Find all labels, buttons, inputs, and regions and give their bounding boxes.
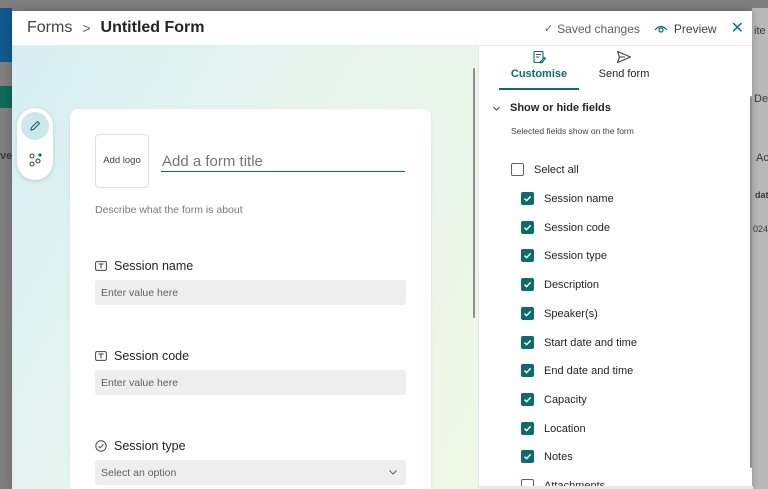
form-canvas: Add logo Describe what the form is about… bbox=[12, 46, 478, 489]
tab-send-form-label: Send form bbox=[598, 68, 650, 80]
background-app-right-column bbox=[752, 8, 768, 489]
branching-icon bbox=[29, 153, 42, 167]
field-option-label: Description bbox=[544, 278, 600, 291]
check-icon: ✓ bbox=[543, 23, 554, 35]
checkbox-checked-icon bbox=[521, 422, 534, 435]
chevron-down-icon bbox=[389, 470, 397, 475]
field-option-checkbox[interactable]: End date and time bbox=[521, 364, 633, 377]
field-option-label: Capacity bbox=[544, 393, 587, 406]
background-app-button bbox=[0, 86, 12, 108]
active-tab-indicator bbox=[499, 88, 579, 90]
field-option-label: Session type bbox=[544, 249, 607, 262]
field-option-checkbox[interactable]: Notes bbox=[521, 450, 573, 463]
tab-customise-label: Customise bbox=[510, 68, 568, 80]
field-option-checkbox[interactable]: Session name bbox=[521, 192, 614, 205]
background-text: ite bbox=[754, 25, 766, 37]
section-title: Show or hide fields bbox=[510, 102, 611, 114]
checkbox-unchecked-icon bbox=[511, 163, 524, 176]
background-text: dat bbox=[755, 190, 768, 200]
text-field-icon bbox=[95, 351, 107, 361]
select-all-checkbox[interactable]: Select all bbox=[511, 163, 579, 176]
header-actions: ✓ Saved changes Preview ✕ bbox=[544, 11, 744, 46]
field-label-text: Session name bbox=[114, 259, 194, 273]
checkbox-checked-icon bbox=[521, 192, 534, 205]
edit-tool-button[interactable] bbox=[21, 112, 49, 140]
field-label-session-type: Session type bbox=[95, 439, 186, 453]
add-logo-button[interactable]: Add logo bbox=[95, 134, 149, 188]
breadcrumb-separator-icon: > bbox=[82, 20, 91, 36]
saved-status: ✓ Saved changes bbox=[544, 22, 640, 36]
branching-tool-button[interactable] bbox=[21, 146, 49, 174]
show-hide-fields-toggle[interactable]: Show or hide fields bbox=[492, 102, 611, 114]
preview-label: Preview bbox=[673, 21, 717, 36]
saved-status-label: Saved changes bbox=[557, 21, 640, 36]
tab-customise[interactable]: Customise bbox=[504, 50, 574, 80]
panel-scrollbar[interactable] bbox=[750, 96, 752, 468]
field-option-checkbox[interactable]: Session type bbox=[521, 249, 607, 262]
field-label-session-code: Session code bbox=[95, 349, 189, 363]
checkbox-checked-icon bbox=[521, 450, 534, 463]
checkbox-checked-icon bbox=[521, 278, 534, 291]
preview-button[interactable]: Preview bbox=[654, 22, 717, 36]
field-option-label: End date and time bbox=[544, 364, 634, 377]
customise-icon bbox=[533, 50, 546, 64]
pencil-icon bbox=[30, 120, 41, 131]
section-subtitle: Selected fields show on the form bbox=[511, 126, 634, 136]
panel-tabs: Customise Send form bbox=[479, 46, 753, 90]
select-all-label: Select all bbox=[534, 163, 579, 176]
session-type-placeholder: Select an option bbox=[101, 466, 177, 479]
form-card: Add logo Describe what the form is about… bbox=[70, 109, 431, 489]
checkbox-checked-icon bbox=[521, 364, 534, 377]
customise-panel: Customise Send form Show or hide fields … bbox=[478, 46, 753, 489]
page-title: Untitled Form bbox=[100, 19, 205, 36]
field-option-label: Session name bbox=[544, 192, 614, 205]
field-label-text: Session code bbox=[114, 349, 190, 363]
dialog-header: Forms > Untitled Form ✓ Saved changes Pr… bbox=[12, 11, 752, 46]
background-text: Dev bbox=[754, 93, 768, 105]
checkbox-checked-icon bbox=[521, 307, 534, 320]
field-option-label: Start date and time bbox=[544, 336, 637, 349]
field-option-checkbox[interactable]: Capacity bbox=[521, 393, 587, 406]
canvas-scrollbar[interactable] bbox=[473, 68, 475, 318]
field-option-label: Notes bbox=[544, 450, 573, 463]
choice-icon bbox=[95, 440, 107, 452]
close-icon[interactable]: ✕ bbox=[731, 20, 744, 37]
checkbox-checked-icon bbox=[521, 336, 534, 349]
checkbox-checked-icon bbox=[521, 221, 534, 234]
form-title-input[interactable] bbox=[161, 152, 405, 172]
field-option-label: Session code bbox=[544, 221, 611, 234]
background-text: Ac bbox=[756, 152, 768, 164]
tool-rail bbox=[17, 108, 53, 180]
field-label-session-name: Session name bbox=[95, 259, 193, 273]
tab-send-form[interactable]: Send form bbox=[589, 50, 659, 80]
background-text: 024 bbox=[753, 224, 768, 234]
field-option-label: Speaker(s) bbox=[544, 307, 598, 320]
form-description[interactable]: Describe what the form is about bbox=[95, 204, 243, 216]
field-label-text: Session type bbox=[114, 439, 186, 453]
send-icon bbox=[616, 50, 632, 64]
chevron-down-icon bbox=[493, 106, 500, 111]
background-text: ve bbox=[0, 150, 13, 162]
eye-icon bbox=[654, 25, 668, 33]
text-field-icon bbox=[95, 261, 107, 271]
form-editor-dialog: Forms > Untitled Form ✓ Saved changes Pr… bbox=[12, 11, 753, 489]
field-option-checkbox[interactable]: Start date and time bbox=[521, 336, 637, 349]
field-option-checkbox[interactable]: Speaker(s) bbox=[521, 307, 598, 320]
session-type-select[interactable]: Select an option bbox=[95, 460, 406, 485]
field-option-checkbox[interactable]: Session code bbox=[521, 221, 610, 234]
checkbox-checked-icon bbox=[521, 393, 534, 406]
field-option-checkbox[interactable]: Description bbox=[521, 278, 599, 291]
field-option-checkbox[interactable]: Location bbox=[521, 422, 586, 435]
background-app-header bbox=[0, 8, 12, 62]
breadcrumb-forms[interactable]: Forms bbox=[27, 19, 72, 37]
checkbox-checked-icon bbox=[521, 249, 534, 262]
session-code-input[interactable]: Enter value here bbox=[95, 370, 406, 395]
session-name-input[interactable]: Enter value here bbox=[95, 280, 406, 305]
field-option-label: Location bbox=[544, 422, 586, 435]
